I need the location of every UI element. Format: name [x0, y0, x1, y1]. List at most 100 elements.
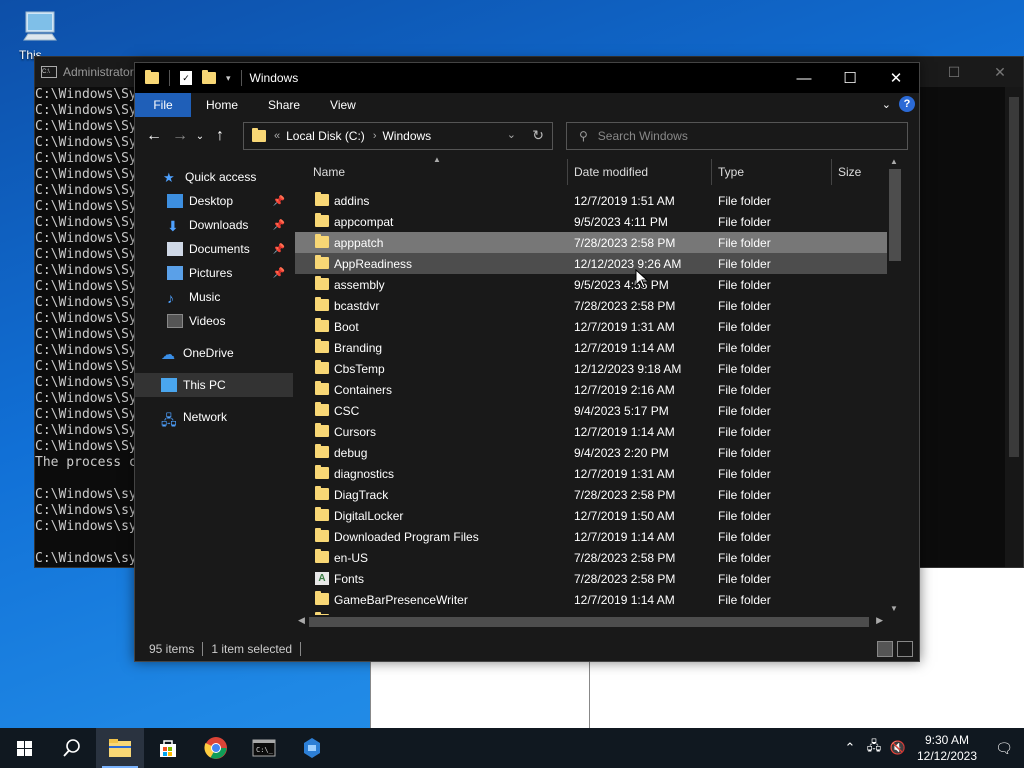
file-row[interactable]: appcompat 9/5/2023 4:11 PM File folder — [295, 211, 903, 232]
taskbar-file-explorer[interactable] — [96, 728, 144, 768]
breadcrumb-separator-icon[interactable]: › — [373, 130, 377, 142]
column-divider[interactable] — [711, 159, 712, 185]
search-input[interactable] — [597, 129, 878, 143]
nav-this-pc[interactable]: This PC — [135, 373, 293, 397]
file-row[interactable]: en-US 7/28/2023 2:58 PM File folder — [295, 547, 903, 568]
taskbar-store[interactable] — [144, 728, 192, 768]
scroll-left-icon[interactable]: ◀ — [298, 615, 305, 626]
tab-file[interactable]: File — [135, 93, 191, 117]
vertical-scrollbar[interactable]: ▲ ▼ — [887, 155, 903, 615]
nav-downloads[interactable]: ⬇ Downloads 📌 — [135, 213, 293, 237]
file-row[interactable]: Cursors 12/7/2019 1:14 AM File folder — [295, 421, 903, 442]
file-row[interactable]: diagnostics 12/7/2019 1:31 AM File folder — [295, 463, 903, 484]
address-overflow[interactable]: « — [274, 130, 280, 142]
properties-icon[interactable]: ✓ — [180, 71, 192, 85]
taskbar-cmd[interactable]: C:\_ — [240, 728, 288, 768]
explorer-titlebar[interactable]: ✓ ▾ Windows — ☐ ✕ — [135, 63, 919, 93]
volume-muted-icon[interactable]: 🔇 — [886, 740, 910, 756]
file-row[interactable]: GameBarPresenceWriter 12/7/2019 1:14 AM Fi… — [295, 589, 903, 610]
large-icons-view-icon[interactable] — [897, 641, 913, 657]
tab-home[interactable]: Home — [191, 93, 253, 117]
file-row[interactable]: Containers 12/7/2019 2:16 AM File folder — [295, 379, 903, 400]
chevron-up-icon[interactable]: ⌃ — [838, 740, 862, 756]
divider — [300, 642, 302, 656]
file-row[interactable]: addins 12/7/2019 1:51 AM File folder — [295, 190, 903, 211]
file-row[interactable]: assembly 9/5/2023 4:55 PM File folder — [295, 274, 903, 295]
nav-documents[interactable]: Documents 📌 — [135, 237, 293, 261]
file-row[interactable]: CSC 9/4/2023 5:17 PM File folder — [295, 400, 903, 421]
nav-label: This PC — [183, 378, 226, 392]
file-row[interactable]: DiagTrack 7/28/2023 2:58 PM File folder — [295, 484, 903, 505]
taskbar-chrome[interactable] — [192, 728, 240, 768]
scroll-up-icon[interactable]: ▲ — [890, 157, 898, 166]
forward-button[interactable]: → — [167, 127, 193, 145]
up-button[interactable]: ↑ — [207, 127, 233, 145]
breadcrumb-local-disk[interactable]: Local Disk (C:) — [286, 129, 365, 143]
column-size[interactable]: Size — [838, 165, 861, 179]
file-explorer-window[interactable]: ✓ ▾ Windows — ☐ ✕ File Home Share View ⌄… — [134, 62, 920, 662]
cmd-scroll-thumb[interactable] — [1009, 97, 1019, 457]
search-box[interactable]: ⚲ — [566, 122, 908, 150]
nav-music[interactable]: ♪ Music — [135, 285, 293, 309]
desktop-icon-this-pc[interactable]: This PC — [14, 8, 66, 62]
tab-share[interactable]: Share — [253, 93, 315, 117]
help-icon[interactable]: ? — [899, 96, 915, 112]
file-row[interactable]: DigitalLocker 12/7/2019 1:50 AM File folde… — [295, 505, 903, 526]
scroll-right-icon[interactable]: ▶ — [876, 615, 883, 626]
start-button[interactable] — [0, 728, 48, 768]
scroll-thumb[interactable] — [889, 169, 901, 261]
tab-view[interactable]: View — [315, 93, 371, 117]
refresh-icon[interactable]: ↻ — [532, 127, 544, 144]
new-folder-icon[interactable] — [202, 70, 216, 84]
file-row[interactable]: CbsTemp 12/12/2023 9:18 AM File folder — [295, 358, 903, 379]
cmd-maximize-button[interactable]: ☐ — [931, 57, 977, 87]
address-bar[interactable]: « Local Disk (C:) › Windows ⌄ ↻ — [243, 122, 553, 150]
nav-quick-access[interactable]: ★ Quick access — [135, 165, 293, 189]
file-row[interactable]: apppatch 7/28/2023 2:58 PM File folder — [295, 232, 903, 253]
column-name[interactable]: Name — [313, 165, 345, 179]
scroll-down-icon[interactable]: ▼ — [890, 604, 898, 613]
cmd-close-button[interactable]: ✕ — [977, 57, 1023, 87]
search-taskbar-button[interactable] — [48, 728, 96, 768]
taskbar-app[interactable] — [288, 728, 336, 768]
clock[interactable]: 9:30 AM 12/12/2023 — [910, 732, 984, 764]
address-dropdown-icon[interactable]: ⌄ — [507, 128, 516, 141]
file-row[interactable]: bcastdvr 7/28/2023 2:58 PM File folder — [295, 295, 903, 316]
pin-icon: 📌 — [272, 267, 285, 279]
scroll-thumb[interactable] — [309, 617, 869, 627]
clock-date: 12/12/2023 — [916, 749, 978, 763]
nav-label: Pictures — [189, 266, 233, 280]
notification-icon[interactable]: 🗨 — [984, 740, 1024, 757]
file-type: File folder — [718, 361, 771, 376]
back-button[interactable]: ← — [141, 127, 167, 145]
pin-icon: 📌 — [272, 195, 285, 207]
file-row[interactable]: A Fonts 7/28/2023 2:58 PM File folder — [295, 568, 903, 589]
nav-pictures[interactable]: Pictures 📌 — [135, 261, 293, 285]
close-button[interactable]: ✕ — [873, 63, 919, 93]
column-date-modified[interactable]: Date modified — [574, 165, 648, 179]
file-name: AppReadiness — [334, 256, 413, 271]
maximize-button[interactable]: ☐ — [827, 63, 873, 93]
file-row[interactable]: debug 9/4/2023 2:20 PM File folder — [295, 442, 903, 463]
nav-videos[interactable]: Videos — [135, 309, 293, 333]
file-row[interactable]: Downloaded Program Files 12/7/2019 1:14 A… — [295, 526, 903, 547]
cmd-scrollbar[interactable] — [1005, 87, 1023, 567]
horizontal-scrollbar[interactable]: ◀ ▶ — [295, 615, 903, 629]
file-row[interactable]: Branding 12/7/2019 1:14 AM File folder — [295, 337, 903, 358]
nav-onedrive[interactable]: ☁ OneDrive — [135, 341, 293, 365]
nav-network[interactable]: 🖧 Network — [135, 405, 293, 429]
file-row[interactable]: Boot 12/7/2019 1:31 AM File folder — [295, 316, 903, 337]
nav-desktop[interactable]: Desktop 📌 — [135, 189, 293, 213]
expand-ribbon-icon[interactable]: ⌄ — [882, 98, 891, 111]
customize-qat-icon[interactable]: ▾ — [226, 73, 231, 84]
address-row: ← → ⌄ ↑ « Local Disk (C:) › Windows ⌄ ↻ … — [135, 117, 919, 155]
details-view-icon[interactable] — [877, 641, 893, 657]
network-icon[interactable]: 🖧 — [862, 737, 886, 759]
column-type[interactable]: Type — [718, 165, 744, 179]
minimize-button[interactable]: — — [781, 63, 827, 93]
breadcrumb-windows[interactable]: Windows — [382, 129, 431, 143]
file-row[interactable]: AppReadiness 12/12/2023 9:26 AM File folde… — [295, 253, 903, 274]
column-divider[interactable] — [831, 159, 832, 185]
recent-locations-button[interactable]: ⌄ — [193, 131, 207, 142]
column-divider[interactable] — [567, 159, 568, 185]
